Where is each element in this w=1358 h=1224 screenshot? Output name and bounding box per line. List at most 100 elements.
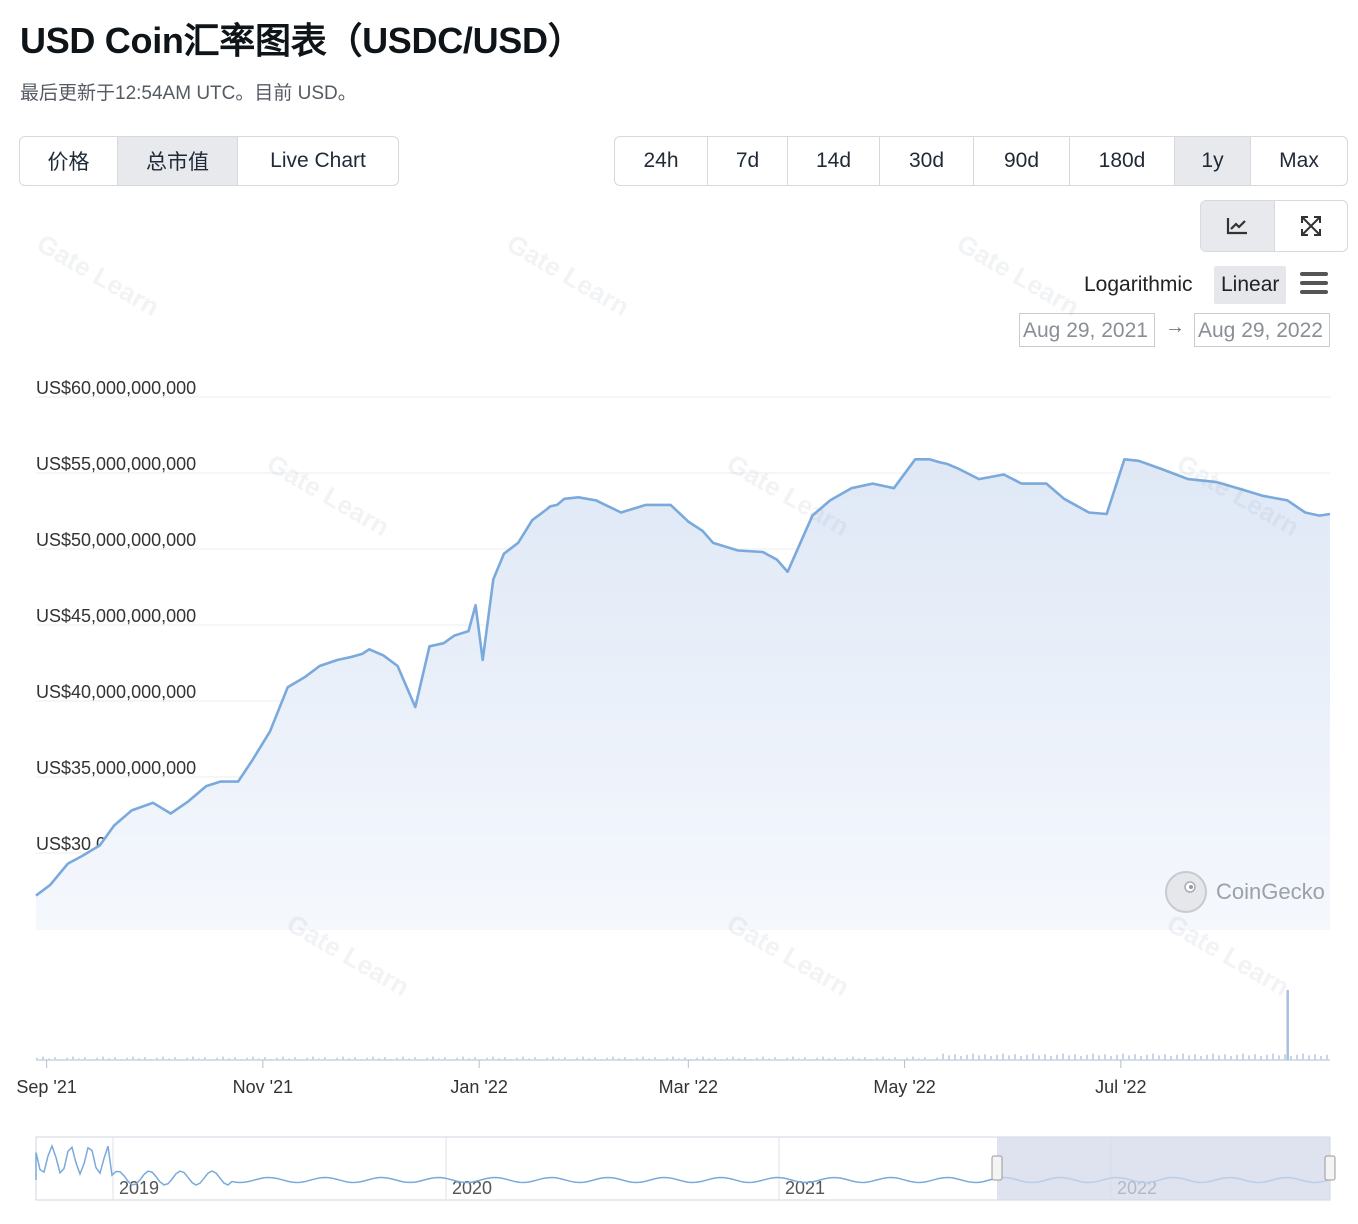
volume-bar xyxy=(486,1057,488,1060)
volume-bar xyxy=(1050,1056,1052,1060)
volume-bar xyxy=(384,1057,386,1060)
volume-bar xyxy=(204,1057,206,1060)
volume-bars xyxy=(36,990,1330,1061)
volume-bar xyxy=(666,1057,668,1060)
volume-bar xyxy=(828,1058,830,1060)
volume-bar xyxy=(102,1056,104,1060)
volume-bar xyxy=(1086,1054,1088,1060)
volume-bar xyxy=(600,1059,602,1060)
market-cap-chart: US$60,000,000,000 US$55,000,000,000 US$50,… xyxy=(16,378,1336,1201)
volume-bar xyxy=(1278,1055,1280,1060)
volume-bar xyxy=(114,1057,116,1060)
volume-bar xyxy=(726,1057,728,1060)
volume-bar xyxy=(762,1056,764,1060)
volume-bar xyxy=(1248,1055,1250,1060)
volume-bar xyxy=(420,1059,422,1060)
volume-bar xyxy=(108,1058,110,1060)
volume-bar xyxy=(942,1053,944,1060)
volume-bar xyxy=(1134,1054,1136,1060)
volume-bar xyxy=(132,1056,134,1060)
volume-bar xyxy=(1014,1054,1016,1060)
coingecko-text: CoinGecko xyxy=(1216,879,1325,904)
volume-bar xyxy=(588,1058,590,1060)
volume-bar xyxy=(180,1059,182,1060)
volume-bar xyxy=(1008,1055,1010,1060)
x-tick-label: May '22 xyxy=(873,1077,935,1097)
volume-bar xyxy=(354,1057,356,1060)
volume-bar xyxy=(822,1056,824,1060)
volume-bar xyxy=(972,1053,974,1060)
volume-bar xyxy=(234,1057,236,1060)
volume-bar xyxy=(774,1057,776,1060)
volume-bar xyxy=(1272,1053,1274,1060)
volume-bar xyxy=(966,1054,968,1060)
volume-bar xyxy=(288,1058,290,1060)
volume-bar xyxy=(222,1056,224,1060)
volume-bar xyxy=(1194,1054,1196,1060)
volume-bar xyxy=(690,1059,692,1060)
volume-bar xyxy=(702,1056,704,1060)
volume-bar xyxy=(1026,1054,1028,1060)
volume-bar xyxy=(1068,1055,1070,1060)
volume-bar xyxy=(606,1057,608,1060)
volume-bar xyxy=(1104,1054,1106,1060)
volume-bar xyxy=(174,1057,176,1060)
volume-spike-bar xyxy=(1286,990,1289,1060)
volume-bar xyxy=(996,1054,998,1060)
volume-bar xyxy=(48,1058,50,1060)
volume-bar xyxy=(1146,1054,1148,1060)
volume-bar xyxy=(612,1056,614,1060)
volume-bar xyxy=(1044,1054,1046,1060)
volume-bar xyxy=(276,1057,278,1060)
volume-bar xyxy=(924,1057,926,1060)
volume-bar xyxy=(138,1058,140,1060)
volume-bar xyxy=(504,1057,506,1060)
coingecko-logo: CoinGecko xyxy=(1164,870,1325,914)
volume-bar xyxy=(90,1059,92,1060)
volume-bar xyxy=(918,1058,920,1060)
volume-bar xyxy=(1140,1056,1142,1060)
volume-bar xyxy=(78,1058,80,1060)
volume-bar xyxy=(1284,1054,1286,1060)
volume-bar xyxy=(372,1056,374,1060)
volume-bar xyxy=(624,1057,626,1060)
navigator: 2019202020212022 xyxy=(35,1136,1336,1201)
volume-bar xyxy=(96,1057,98,1060)
gecko-icon xyxy=(1165,871,1207,913)
volume-bar xyxy=(552,1056,554,1060)
volume-bar xyxy=(60,1059,62,1060)
volume-bar xyxy=(786,1057,788,1060)
volume-bar xyxy=(534,1057,536,1060)
volume-bar xyxy=(390,1059,392,1060)
volume-bar xyxy=(1206,1054,1208,1060)
volume-bar xyxy=(720,1059,722,1060)
x-tick-label: Nov '21 xyxy=(233,1077,293,1097)
volume-bar xyxy=(1032,1053,1034,1060)
volume-bar xyxy=(1170,1056,1172,1060)
volume-bar xyxy=(294,1057,296,1060)
volume-bar xyxy=(1002,1053,1004,1060)
volume-bar xyxy=(750,1059,752,1060)
volume-bar xyxy=(894,1057,896,1060)
volume-bar xyxy=(1224,1054,1226,1060)
volume-bar xyxy=(342,1056,344,1060)
volume-bar xyxy=(882,1056,884,1060)
volume-bar xyxy=(192,1056,194,1060)
volume-bar xyxy=(168,1058,170,1060)
volume-bar xyxy=(864,1057,866,1060)
volume-bar xyxy=(42,1056,44,1060)
volume-bar xyxy=(1116,1054,1118,1060)
volume-bar xyxy=(906,1057,908,1060)
volume-bar xyxy=(876,1057,878,1060)
volume-bar xyxy=(438,1058,440,1060)
volume-bar xyxy=(738,1058,740,1060)
volume-bar xyxy=(1164,1054,1166,1060)
volume-bar xyxy=(306,1057,308,1060)
volume-bar xyxy=(1188,1055,1190,1060)
volume-bar xyxy=(444,1057,446,1060)
volume-bar xyxy=(144,1057,146,1060)
volume-bar xyxy=(1326,1054,1328,1060)
volume-bar xyxy=(72,1056,74,1060)
volume-bar xyxy=(1110,1056,1112,1060)
volume-bar xyxy=(756,1057,758,1060)
